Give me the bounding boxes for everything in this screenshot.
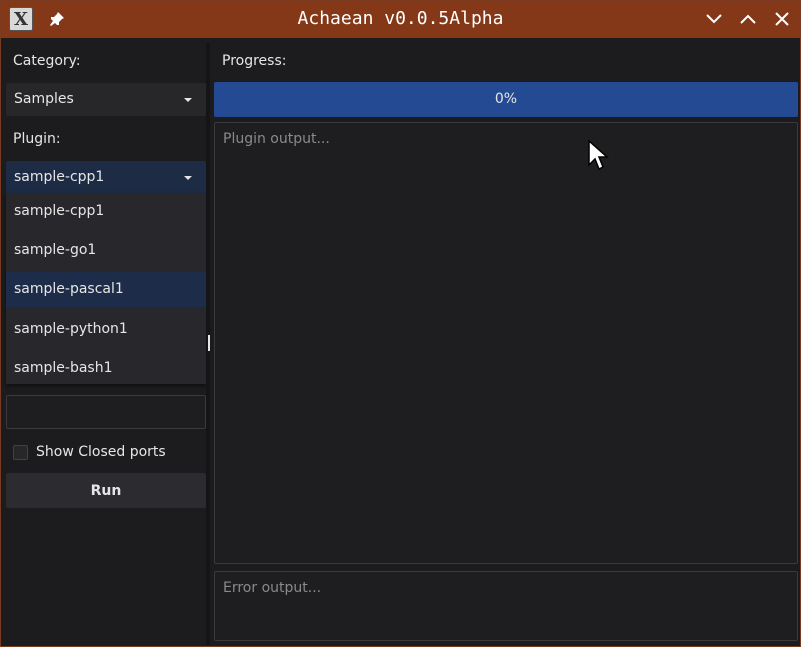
title-bar[interactable]: X Achaean v0.0.5Alpha: [1, 1, 800, 38]
plugin-dropdown-list: sample-cpp1 sample-go1 sample-pascal1 sa…: [6, 194, 206, 384]
progress-bar: 0%: [214, 82, 798, 117]
plugin-label: Plugin:: [13, 131, 61, 147]
show-closed-ports-checkbox[interactable]: [13, 444, 28, 460]
category-combobox[interactable]: Samples: [6, 83, 206, 116]
plugin-combobox[interactable]: sample-cpp1: [6, 161, 206, 194]
show-closed-ports-row[interactable]: Show Closed ports: [13, 443, 166, 461]
category-value: Samples: [14, 91, 74, 107]
plugin-output-textarea[interactable]: Plugin output...: [214, 122, 798, 564]
category-label: Category:: [13, 53, 81, 69]
progress-text: 0%: [494, 91, 518, 107]
dropdown-item-sample-bash1[interactable]: sample-bash1: [6, 351, 206, 386]
target-input[interactable]: [6, 395, 206, 429]
dropdown-item-sample-python1[interactable]: sample-python1: [6, 312, 206, 347]
error-output-textarea[interactable]: Error output...: [214, 571, 798, 641]
pin-icon[interactable]: [46, 8, 68, 30]
plugin-value: sample-cpp1: [14, 169, 105, 185]
x-window-icon[interactable]: X: [9, 7, 33, 31]
window-title: Achaean v0.0.5Alpha: [297, 8, 504, 29]
progress-label: Progress:: [222, 53, 287, 69]
plugin-output-placeholder: Plugin output...: [223, 131, 330, 147]
chevron-down-icon[interactable]: [701, 7, 727, 31]
show-closed-ports-label: Show Closed ports: [36, 444, 166, 460]
app-window: X Achaean v0.0.5Alpha Category: Samples …: [0, 0, 801, 647]
error-output-placeholder: Error output...: [223, 580, 322, 596]
chevron-up-icon[interactable]: [735, 7, 761, 31]
dropdown-item-sample-pascal1[interactable]: sample-pascal1: [6, 272, 206, 307]
dropdown-item-sample-cpp1[interactable]: sample-cpp1: [6, 194, 206, 229]
run-button[interactable]: Run: [6, 473, 206, 508]
splitter-handle[interactable]: [208, 335, 210, 351]
caret-down-icon: [184, 98, 192, 102]
close-icon[interactable]: [769, 7, 795, 31]
caret-down-icon: [184, 176, 192, 180]
dropdown-item-sample-go1[interactable]: sample-go1: [6, 233, 206, 268]
